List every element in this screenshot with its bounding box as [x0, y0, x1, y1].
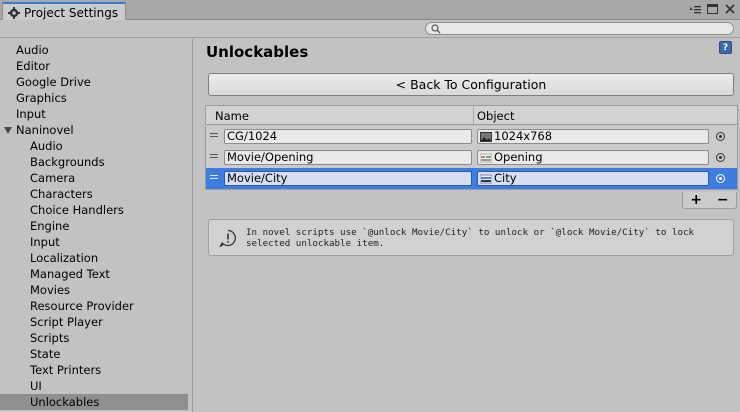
sidebar-item-label: Backgrounds [30, 155, 105, 169]
close-icon[interactable] [723, 2, 736, 16]
window-menu-icon[interactable] [689, 2, 702, 16]
object-field[interactable]: Opening [477, 150, 709, 165]
sidebar-item-label: UI [30, 379, 42, 393]
sidebar-item-text-printers[interactable]: Text Printers [0, 362, 188, 378]
sidebar-item-engine[interactable]: Engine [0, 218, 188, 234]
gear-icon [8, 6, 20, 19]
info-icon [219, 229, 236, 247]
settings-panel: Unlockables ? < Back To Configuration Na… [194, 39, 740, 412]
list-item[interactable]: Movie/Opening Opening [206, 147, 737, 168]
sidebar-item-input[interactable]: Input [0, 234, 188, 250]
name-field[interactable]: Movie/Opening [224, 150, 472, 165]
info-help-box: In novel scripts use `@unlock Movie/City… [208, 219, 734, 256]
sidebar-item-ui[interactable]: UI [0, 378, 188, 394]
sidebar-item-label: State [30, 347, 61, 361]
sidebar-item-state[interactable]: State [0, 346, 188, 362]
object-field[interactable]: 1024x768 [477, 129, 709, 144]
video-clip-icon [480, 153, 492, 162]
drag-handle-icon[interactable] [210, 154, 218, 160]
sidebar-item-backgrounds[interactable]: Backgrounds [0, 154, 188, 170]
sidebar-item-choice-handlers[interactable]: Choice Handlers [0, 202, 188, 218]
settings-sidebar: Audio Editor Google Drive Graphics Input Nani… [0, 39, 193, 412]
object-picker-icon[interactable] [716, 132, 725, 141]
search-row [0, 20, 740, 38]
list-header: Name Object [205, 105, 738, 125]
list-item[interactable]: Movie/City City [206, 168, 737, 189]
sidebar-item-input[interactable]: Input [0, 106, 188, 122]
sidebar-item-movies[interactable]: Movies [0, 282, 188, 298]
help-icon[interactable]: ? [719, 41, 732, 54]
sidebar-item-resource-provider[interactable]: Resource Provider [0, 298, 188, 314]
drag-handle-icon[interactable] [210, 175, 218, 181]
sidebar-item-label: Characters [30, 187, 93, 201]
sidebar-item-label: Resource Provider [30, 299, 134, 313]
sidebar-item-label: Graphics [16, 91, 67, 105]
sidebar-item-editor[interactable]: Editor [0, 58, 188, 74]
sidebar-item-google-drive[interactable]: Google Drive [0, 74, 188, 90]
sidebar-item-audio[interactable]: Audio [0, 138, 188, 154]
sidebar-item-label: Unlockables [30, 395, 100, 409]
tab-title: Project Settings [24, 5, 119, 20]
sidebar-item-label: Scripts [30, 331, 70, 345]
back-to-configuration-button[interactable]: < Back To Configuration [208, 73, 734, 96]
name-field[interactable]: CG/1024 [224, 129, 472, 144]
sidebar-item-naninovel[interactable]: Naninovel [0, 122, 188, 138]
object-picker-icon[interactable] [716, 174, 725, 183]
sidebar-item-label: Localization [30, 251, 99, 265]
sidebar-item-graphics[interactable]: Graphics [0, 90, 188, 106]
sidebar-item-script-player[interactable]: Script Player [0, 314, 188, 330]
sidebar-item-scripts[interactable]: Scripts [0, 330, 188, 346]
name-field[interactable]: Movie/City [224, 171, 472, 186]
remove-item-button[interactable]: − [717, 192, 729, 208]
maximize-icon[interactable] [706, 2, 719, 16]
sidebar-item-label: Audio [30, 139, 63, 153]
sidebar-item-managed-text[interactable]: Managed Text [0, 266, 188, 282]
search-input[interactable] [425, 22, 734, 35]
sidebar-item-label: Input [30, 235, 60, 249]
list-footer: + − [682, 192, 737, 209]
sidebar-item-label: Script Player [30, 315, 103, 329]
sidebar-item-label: Text Printers [30, 363, 102, 377]
add-item-button[interactable]: + [690, 192, 702, 208]
sidebar-item-label: Camera [30, 171, 76, 185]
sidebar-item-label: Naninovel [16, 123, 74, 137]
sidebar-item-label: Input [16, 107, 46, 121]
object-picker-icon[interactable] [716, 153, 725, 162]
info-text: In novel scripts use `@unlock Movie/City… [246, 227, 695, 249]
sidebar-item-label: Audio [16, 43, 49, 57]
sidebar-item-label: Managed Text [30, 267, 110, 281]
sidebar-item-label: Editor [16, 59, 51, 73]
unlockables-list: CG/1024 1024x768 Movie/Opening Opening M… [205, 126, 738, 190]
sidebar-item-label: Engine [30, 219, 70, 233]
sidebar-item-camera[interactable]: Camera [0, 170, 188, 186]
search-icon [431, 24, 441, 34]
column-header-object: Object [477, 109, 515, 123]
sidebar-item-localization[interactable]: Localization [0, 250, 188, 266]
project-settings-tab[interactable]: Project Settings [2, 2, 126, 21]
sidebar-item-audio[interactable]: Audio [0, 42, 188, 58]
window-titlebar: Project Settings [0, 0, 740, 21]
video-clip-icon [480, 174, 492, 183]
sidebar-item-unlockables[interactable]: Unlockables [0, 394, 188, 410]
column-header-name: Name [215, 109, 249, 123]
sidebar-item-label: Movies [30, 283, 71, 297]
sidebar-item-label: Choice Handlers [30, 203, 124, 217]
drag-handle-icon[interactable] [210, 133, 218, 139]
image-texture-icon [480, 131, 492, 142]
sidebar-item-characters[interactable]: Characters [0, 186, 188, 202]
list-item[interactable]: CG/1024 1024x768 [206, 126, 737, 147]
object-field[interactable]: City [477, 171, 709, 186]
sidebar-item-label: Google Drive [16, 75, 91, 89]
foldout-arrow-icon[interactable] [4, 126, 12, 134]
page-title: Unlockables [206, 43, 309, 61]
